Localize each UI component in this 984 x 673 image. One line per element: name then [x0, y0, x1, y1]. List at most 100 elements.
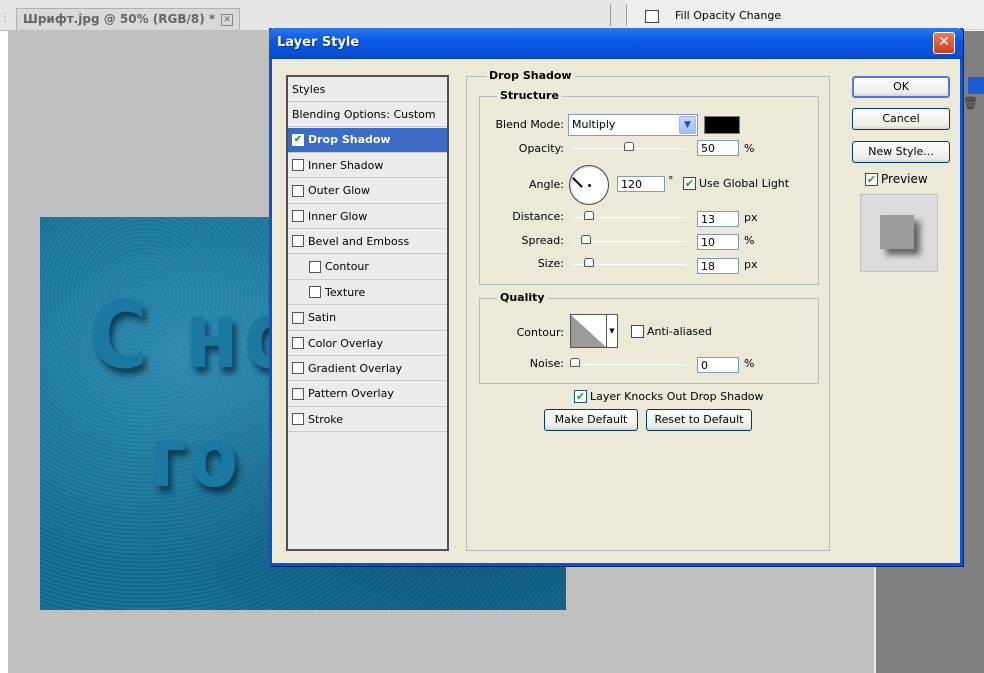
- blend-mode-value: Multiply: [572, 118, 616, 131]
- reset-to-default-button[interactable]: Reset to Default: [646, 409, 752, 431]
- shadow-color-swatch[interactable]: [704, 116, 740, 134]
- dialog-title: Layer Style: [277, 35, 360, 50]
- style-item-label: Pattern Overlay: [308, 387, 394, 401]
- history-state-icon: [645, 10, 659, 23]
- angle-label: Angle:: [528, 178, 564, 191]
- angle-field[interactable]: 120: [617, 176, 665, 192]
- style-checkbox[interactable]: [292, 387, 304, 400]
- opacity-unit: %: [744, 142, 755, 155]
- noise-unit: %: [744, 357, 755, 370]
- spread-unit: %: [744, 234, 755, 247]
- opacity-slider-thumb[interactable]: [624, 142, 634, 151]
- anti-aliased-label: Anti-aliased: [647, 325, 712, 338]
- divider: [626, 4, 627, 26]
- opacity-field[interactable]: 50: [697, 140, 739, 156]
- new-style-button[interactable]: New Style...: [852, 141, 950, 163]
- style-item-stroke[interactable]: Stroke: [288, 407, 447, 433]
- style-item-pattern-overlay[interactable]: Pattern Overlay: [288, 382, 447, 407]
- drop-shadow-title: Drop Shadow: [486, 69, 575, 82]
- size-field[interactable]: 18: [697, 258, 739, 274]
- distance-label: Distance:: [512, 210, 564, 223]
- preview-checkbox[interactable]: ✔ Preview: [865, 172, 928, 186]
- style-item-outer-glow[interactable]: Outer Glow: [288, 179, 447, 204]
- quality-group: [479, 298, 819, 384]
- style-checkbox[interactable]: [292, 311, 304, 324]
- checkmark-icon[interactable]: ✔: [574, 390, 587, 403]
- noise-label: Noise:: [529, 357, 564, 370]
- close-icon[interactable]: ✕: [221, 13, 234, 26]
- structure-title: Structure: [497, 89, 562, 102]
- style-item-label: Texture: [325, 285, 366, 299]
- contour-label: Contour:: [516, 326, 564, 339]
- distance-unit: px: [744, 211, 758, 224]
- trash-icon[interactable]: 🗑: [963, 96, 978, 110]
- document-tab-title: Шрифт.jpg @ 50% (RGB/8) *: [23, 12, 216, 26]
- distance-slider-thumb[interactable]: [584, 211, 594, 220]
- style-item-inner-shadow[interactable]: Inner Shadow: [288, 153, 447, 179]
- style-item-label: Satin: [308, 311, 337, 325]
- style-item-drop-shadow[interactable]: ✔ Drop Shadow: [288, 127, 447, 153]
- styles-list: Styles Blending Options: Custom ✔ Drop Shad…: [286, 75, 449, 551]
- use-global-light-checkbox[interactable]: ✔ Use Global Light: [683, 177, 789, 190]
- opacity-label: Opacity:: [518, 142, 564, 155]
- style-checkbox[interactable]: [292, 362, 304, 375]
- size-unit: px: [744, 258, 758, 271]
- cancel-button[interactable]: Cancel: [852, 108, 950, 130]
- style-checkbox[interactable]: [292, 159, 304, 172]
- noise-slider-thumb[interactable]: [570, 358, 580, 367]
- chevron-down-icon[interactable]: ▼: [607, 314, 618, 348]
- style-checkbox[interactable]: [309, 260, 321, 273]
- checkmark-icon[interactable]: ✔: [683, 177, 696, 190]
- angle-unit: °: [668, 174, 674, 187]
- size-slider-thumb[interactable]: [584, 258, 594, 267]
- knocks-out-label: Layer Knocks Out Drop Shadow: [590, 390, 764, 403]
- blend-mode-select[interactable]: Multiply ▼: [568, 114, 698, 136]
- style-item-label: Bevel and Emboss: [308, 234, 410, 248]
- style-item-inner-glow[interactable]: Inner Glow: [288, 204, 447, 229]
- style-checkbox[interactable]: [292, 210, 304, 222]
- history-item[interactable]: Fill Opacity Change: [675, 9, 781, 22]
- style-item-styles[interactable]: Styles: [288, 77, 447, 102]
- quality-title: Quality: [497, 291, 548, 304]
- layer-row-selected[interactable]: [968, 77, 984, 94]
- style-item-label: Color Overlay: [308, 336, 383, 350]
- spread-label: Spread:: [521, 234, 564, 247]
- noise-slider-track[interactable]: [572, 364, 686, 365]
- distance-field[interactable]: 13: [697, 211, 739, 227]
- style-checkbox[interactable]: [309, 286, 321, 299]
- preview-thumbnail: [880, 215, 914, 249]
- close-button[interactable]: ✕: [933, 32, 955, 54]
- style-item-blending-options-custom[interactable]: Blending Options: Custom: [288, 102, 447, 128]
- chevron-down-icon[interactable]: ▼: [679, 116, 696, 134]
- style-checkbox[interactable]: [292, 413, 304, 426]
- contour-picker[interactable]: [570, 314, 607, 348]
- style-item-contour[interactable]: Contour: [288, 255, 447, 280]
- style-item-satin[interactable]: Satin: [288, 306, 447, 331]
- dialog-titlebar[interactable]: Layer Style ✕: [269, 28, 963, 59]
- style-item-label: Blending Options: Custom: [292, 107, 436, 121]
- checkmark-icon[interactable]: ✔: [865, 172, 878, 186]
- style-item-texture[interactable]: Texture: [288, 280, 447, 306]
- style-checkbox[interactable]: [292, 184, 304, 197]
- style-checkbox[interactable]: ✔: [292, 133, 304, 146]
- spread-field[interactable]: 10: [697, 234, 739, 250]
- checkbox-box[interactable]: [631, 325, 644, 338]
- style-item-label: Inner Glow: [308, 209, 368, 223]
- knocks-out-checkbox[interactable]: ✔ Layer Knocks Out Drop Shadow: [574, 390, 764, 403]
- style-checkbox[interactable]: [292, 235, 304, 248]
- style-checkbox[interactable]: [292, 337, 304, 349]
- style-item-label: Inner Shadow: [308, 158, 384, 172]
- make-default-button[interactable]: Make Default: [544, 409, 638, 431]
- document-tab[interactable]: Шрифт.jpg @ 50% (RGB/8) * ✕: [16, 8, 241, 30]
- noise-field[interactable]: 0: [697, 357, 739, 373]
- canvas-text-line-2: го: [150, 411, 242, 506]
- use-global-light-label: Use Global Light: [699, 177, 790, 190]
- ok-button[interactable]: OK: [852, 76, 950, 98]
- style-item-bevel-and-emboss[interactable]: Bevel and Emboss: [288, 229, 447, 255]
- style-item-gradient-overlay[interactable]: Gradient Overlay: [288, 356, 447, 382]
- spread-slider-thumb[interactable]: [581, 235, 591, 244]
- style-item-color-overlay[interactable]: Color Overlay: [288, 331, 447, 356]
- style-item-label: Stroke: [308, 412, 344, 426]
- anti-aliased-checkbox[interactable]: Anti-aliased: [631, 325, 712, 338]
- preview-label: Preview: [881, 172, 928, 186]
